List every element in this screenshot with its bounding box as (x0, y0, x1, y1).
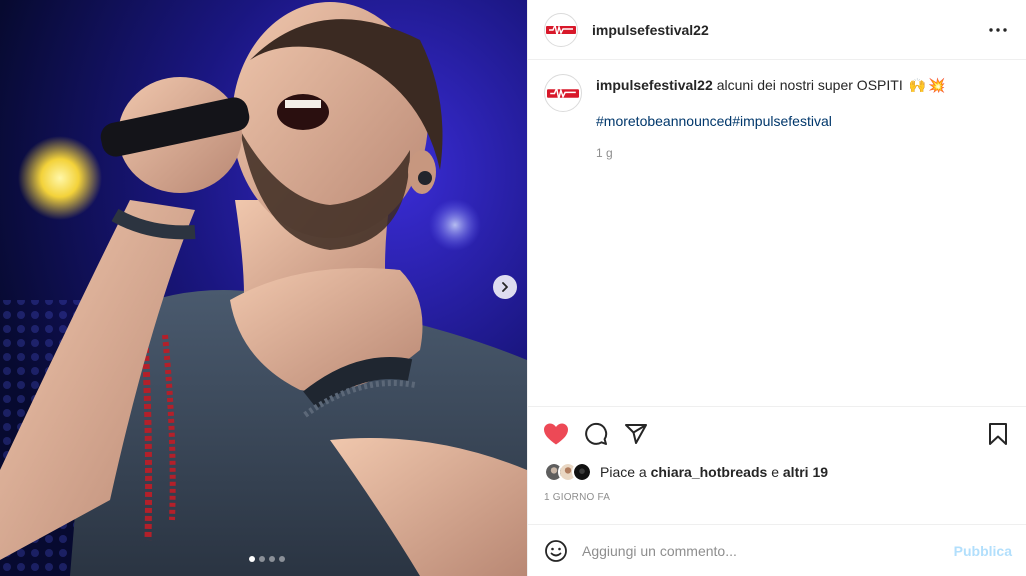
carousel-dot (268, 556, 275, 562)
header-username[interactable]: impulsefestival22 (592, 22, 709, 38)
post-media[interactable] (0, 0, 527, 576)
chevron-right-icon (502, 282, 508, 292)
likes-text: Piace a chiara_hotbreads e altri 19 (600, 464, 828, 480)
post-actions (528, 406, 1026, 460)
comment-composer: Pubblica (528, 524, 1026, 576)
caption-hashtags: #moretobeannounced#impulsefestival (596, 113, 945, 129)
share-button[interactable] (622, 420, 650, 448)
emoji-icon (545, 539, 567, 562)
caption-avatar[interactable] (544, 74, 582, 112)
other-likers-link[interactable]: altri 19 (783, 464, 828, 480)
likes-prefix: Piace a (600, 464, 651, 480)
post-side-panel: impulsefestival22 impulsefestival22 alcu… (527, 0, 1026, 576)
caption-username[interactable]: impulsefestival22 (596, 77, 713, 93)
avatar (572, 462, 592, 482)
post-photo (0, 0, 527, 576)
liker-avatars[interactable] (544, 462, 592, 482)
raising-hands-emoji: 🙌 (908, 77, 927, 93)
more-horizontal-icon (989, 27, 1007, 32)
hashtag-link[interactable]: #moretobeannounced (596, 113, 732, 129)
save-button[interactable] (984, 420, 1012, 448)
like-button[interactable] (542, 420, 570, 448)
heart-filled-icon (544, 423, 568, 444)
share-icon (625, 423, 647, 444)
avatar[interactable] (544, 12, 578, 47)
festival-logo (546, 22, 576, 35)
collision-emoji: 💥 (928, 77, 946, 93)
carousel-dot (258, 556, 265, 562)
publish-button[interactable]: Pubblica (954, 543, 1012, 559)
liker-username[interactable]: chiara_hotbreads (651, 464, 768, 480)
caption-text: alcuni dei nostri super OSPITI (716, 77, 903, 93)
likes-conjunction: e (767, 464, 783, 480)
post-header: impulsefestival22 (528, 0, 1026, 60)
comment-icon (585, 422, 608, 445)
carousel-dot-active (248, 556, 255, 562)
bookmark-icon (989, 422, 1007, 445)
hashtag-link[interactable]: #impulsefestival (732, 113, 832, 129)
likes-summary: Piace a chiara_hotbreads e altri 19 (528, 460, 1026, 484)
comment-input[interactable] (582, 542, 954, 559)
caption-area: impulsefestival22 alcuni dei nostri super… (528, 60, 1026, 406)
caption-body: impulsefestival22 alcuni dei nostri super… (596, 74, 945, 160)
caption: impulsefestival22 alcuni dei nostri super… (544, 74, 1010, 160)
caption-text-line: impulsefestival22 alcuni dei nostri super… (596, 76, 945, 94)
comment-button[interactable] (582, 420, 610, 448)
instagram-post: impulsefestival22 impulsefestival22 alcu… (0, 0, 1026, 576)
more-options-button[interactable] (986, 18, 1010, 42)
caption-time[interactable]: 1 g (596, 146, 945, 160)
carousel-dot (278, 556, 285, 562)
carousel-indicator (0, 556, 527, 562)
post-date[interactable]: 1 GIORNO FA (528, 484, 1026, 514)
festival-logo (547, 85, 579, 99)
carousel-next-button[interactable] (493, 275, 517, 299)
emoji-button[interactable] (544, 539, 568, 563)
